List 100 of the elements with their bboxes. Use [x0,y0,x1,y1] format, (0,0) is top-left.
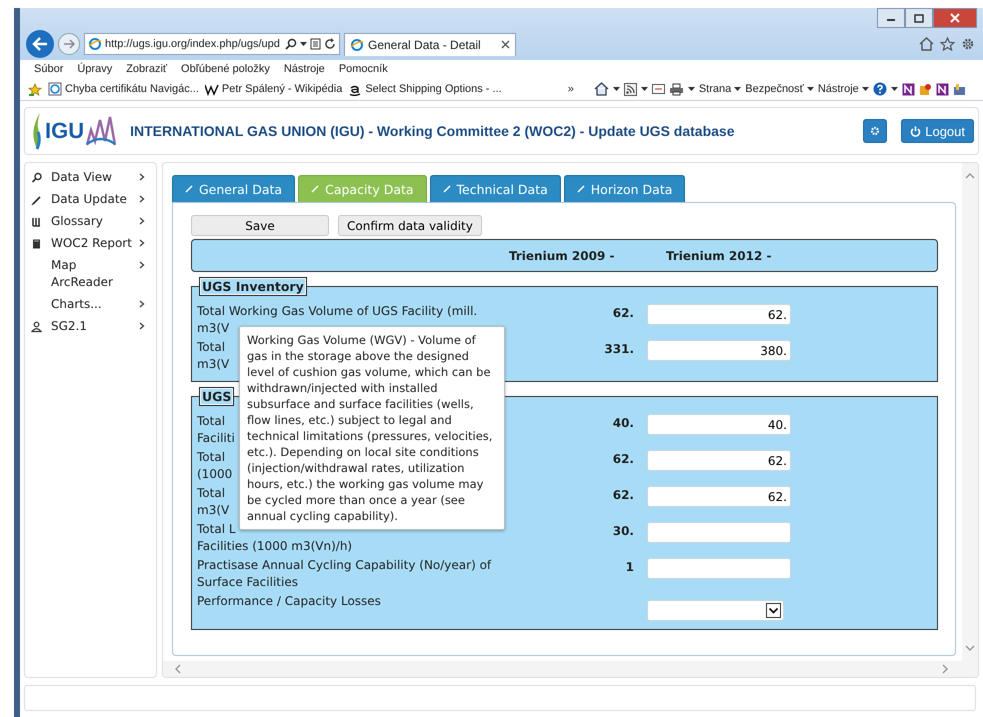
menu-item[interactable]: Súbor [34,63,64,75]
page-icon [48,82,62,96]
menu-item[interactable]: Nástroje [284,63,325,75]
close-button[interactable] [933,8,977,28]
dropdown[interactable] [647,600,784,621]
field-label: m3(V [197,320,230,337]
back-button[interactable] [26,30,54,58]
vertical-scrollbar[interactable] [962,163,978,661]
dropdown-caret-icon[interactable] [640,86,648,92]
star-icon[interactable] [940,37,955,51]
wave-drawing [86,116,116,146]
compatibility-icon[interactable] [310,38,321,50]
logo-text: IGU [45,118,84,144]
command-menu[interactable]: Nástroje [818,83,869,95]
address-text: http://ugs.igu.org/index.php/ugs/upd [105,38,281,50]
search-icon [31,172,42,184]
menu-item[interactable]: Zobraziť [126,63,168,75]
home-icon[interactable] [919,37,934,51]
chevron-right-icon [139,261,145,269]
overflow-chevron[interactable]: » [568,83,574,95]
scroll-down-icon[interactable] [965,645,975,651]
settings-button[interactable] [863,119,888,143]
column-header: Trienium 2009 - [509,248,616,262]
dropdown-caret-icon[interactable] [890,86,898,92]
browser-icon [88,37,102,51]
maximize-icon [914,14,924,22]
input-field[interactable]: 40. [647,414,791,435]
tab[interactable]: General Data [172,175,296,202]
note-icon[interactable] [902,82,915,96]
pencil-icon [311,185,320,193]
input-field[interactable]: 62. [647,486,791,507]
refresh-icon[interactable] [324,38,336,50]
field-label: Facilities (1000 m3(Vn)/h) [197,538,352,555]
home-icon[interactable] [594,82,609,96]
sidebar-item[interactable]: Data Update [25,189,156,211]
sidebar-item[interactable]: WOC2 Report [25,233,156,255]
close-icon[interactable] [501,40,510,49]
field-label: Total [197,449,226,466]
forward-arrow-icon [63,39,75,49]
pencil-icon [576,185,585,193]
input-field[interactable]: 62. [647,304,791,325]
section-legend: UGS Inventory [199,277,307,296]
search-icon[interactable] [285,38,297,50]
settings-icon [870,126,880,136]
favorite-link[interactable]: Petr Spálený - Wikipédia [204,82,342,96]
horizontal-scrollbar[interactable] [163,661,978,677]
favorite-link[interactable]: Select Shipping Options - ... [348,82,502,96]
previous-value: 1 [624,559,634,574]
sidebar-item[interactable]: Map ArcReader [25,255,156,294]
field-label: Total [197,413,226,430]
note-icon[interactable] [936,82,949,96]
chevron-right-icon [139,217,145,225]
columns-icon [31,216,42,228]
sidebar-item[interactable]: SG2.1 [25,316,156,338]
field-label: m3(V [197,356,230,373]
dropdown-caret-icon[interactable] [688,86,695,92]
maximize-button[interactable] [905,8,933,28]
browser-tab[interactable]: General Data - Detail [344,32,516,56]
input-field[interactable]: 62. [647,450,791,471]
scroll-right-icon[interactable] [942,664,948,674]
favorite-link[interactable]: Chyba certifikátu Navigác... [48,82,199,96]
scroll-up-icon[interactable] [965,173,975,179]
tab[interactable]: Horizon Data [564,175,686,202]
command-menu[interactable]: Strana [698,83,742,95]
forward-button[interactable] [58,33,80,55]
person-icon [31,320,42,332]
minimize-button[interactable] [877,8,905,28]
sidebar-item[interactable]: Data View [25,167,156,189]
action-button[interactable]: Save [191,215,329,236]
previous-value: 62. [612,305,634,320]
flame-icon [31,112,43,150]
sidebar-item[interactable]: Glossary [25,211,156,233]
sidebar-item[interactable]: Charts... [25,294,156,316]
input-field[interactable] [647,558,791,579]
browser-icon [350,38,364,52]
action-button[interactable]: Confirm data validity [338,215,482,236]
menu-item[interactable]: Úpravy [77,63,112,75]
favorites-star-icon[interactable] [28,82,42,96]
field-label: Total [197,339,226,356]
feed-icon[interactable] [624,82,637,96]
input-field[interactable] [647,522,791,543]
field-label: Total L [197,521,236,538]
dropdown-caret-icon[interactable] [612,86,620,92]
logout-button[interactable]: Logout [901,119,974,143]
printer-icon[interactable] [668,82,684,96]
tab[interactable]: Technical Data [430,175,561,202]
pencil-icon [442,185,451,193]
menu-item[interactable]: Obľúbené položky [181,63,270,75]
address-bar[interactable]: http://ugs.igu.org/index.php/ugs/upd [84,33,340,55]
dropdown-caret-icon[interactable] [300,42,307,46]
tab-title: General Data - Detail [368,38,482,52]
help-icon[interactable] [872,82,887,96]
input-field[interactable]: 380. [647,340,791,361]
mail-icon[interactable] [652,84,665,94]
dropdown-caret-icon [734,86,742,92]
menu-item[interactable]: Pomocník [338,63,388,75]
settings-icon[interactable] [961,37,975,51]
command-menu[interactable]: Bezpečnosť [745,83,814,95]
scroll-left-icon[interactable] [175,664,181,674]
field-label: Faciliti [197,430,235,447]
